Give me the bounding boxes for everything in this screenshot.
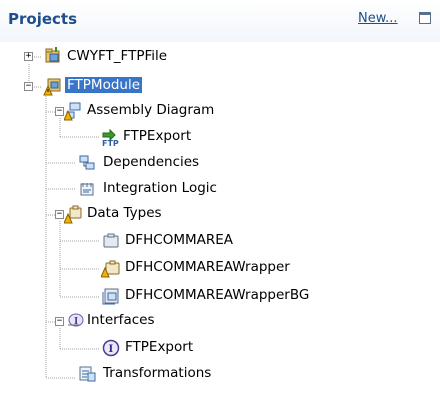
integration-logic-icon [80, 183, 94, 196]
dependencies-icon [79, 155, 95, 170]
tree-item-data-types[interactable]: Data Types [87, 205, 162, 221]
tree-item-ftpexport-interface[interactable]: FTPExport [125, 339, 193, 355]
collapse-toggle-interfaces[interactable]: − [55, 317, 64, 326]
assembly-diagram-icon [64, 102, 81, 121]
collapse-toggle-assembly[interactable]: − [55, 107, 64, 116]
tree-item-dfhcommareawrapper[interactable]: DFHCOMMAREAWrapper [125, 259, 290, 275]
business-object-warning-icon [101, 260, 120, 278]
tree-item-integration-logic[interactable]: Integration Logic [103, 180, 217, 196]
tree-item-dfhcommareawrapperbg[interactable]: DFHCOMMAREAWrapperBG [125, 287, 309, 303]
tree-item-dfhcommarea[interactable]: DFHCOMMAREA [125, 232, 233, 248]
interface-icon: I [102, 339, 120, 357]
transformations-icon [79, 366, 96, 382]
svg-text:I: I [109, 344, 114, 355]
project-icon [45, 47, 60, 63]
business-object-icon [103, 233, 119, 248]
tree-item-dependencies[interactable]: Dependencies [103, 154, 199, 170]
module-warning-icon [43, 78, 61, 96]
svg-text:FTP: FTP [102, 139, 119, 147]
tree-item-ftpexport-assembly[interactable]: FTPExport [123, 128, 191, 144]
business-graph-icon [102, 288, 119, 305]
tree-item-transformations[interactable]: Transformations [103, 365, 211, 381]
tree-item-assembly-diagram[interactable]: Assembly Diagram [87, 102, 214, 118]
collapse-toggle-ftpmodule[interactable]: − [24, 82, 33, 91]
collapse-toggle-data-types[interactable]: − [55, 210, 64, 219]
expand-toggle-cwyft[interactable]: + [24, 52, 33, 61]
ftp-export-icon: FTP [102, 128, 119, 147]
data-types-icon [64, 205, 82, 224]
tree-item-ftpmodule[interactable]: FTPModule [65, 77, 143, 93]
tree-item-interfaces[interactable]: Interfaces [87, 312, 154, 328]
tree-item-cwyft[interactable]: CWYFT_FTPFile [67, 48, 167, 64]
interfaces-folder-icon: I [68, 313, 84, 327]
